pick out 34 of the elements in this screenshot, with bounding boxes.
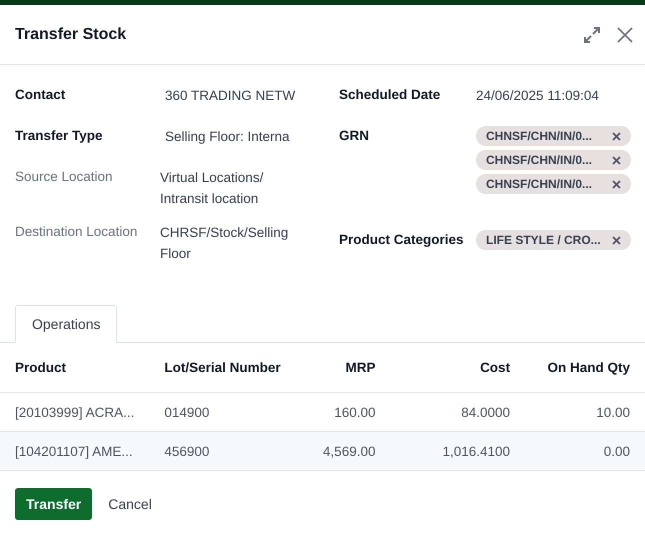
field-label: GRN	[339, 127, 370, 146]
dialog-title: Transfer Stock	[15, 26, 128, 44]
table-cell: 1,016.4100	[390, 432, 526, 470]
field-value: CHRSF/Stock/Selling Floor	[160, 224, 290, 264]
input-field[interactable]: 360 TRADING NETW	[160, 85, 339, 106]
field-label: Product Categories	[339, 231, 465, 250]
table-cell: [104201107] AME...	[0, 432, 150, 470]
tag: CHNSF/CHN/IN/0...	[476, 174, 631, 194]
table-cell: 0.00	[525, 432, 645, 470]
table-cell: 84.0000	[390, 392, 526, 432]
cancel-button[interactable]: Cancel	[97, 488, 163, 520]
table-cell: 160.00	[296, 392, 390, 432]
remove-icon[interactable]	[612, 180, 621, 189]
transfer-button[interactable]: Transfer	[15, 488, 92, 520]
table-cell: 456900	[149, 432, 296, 470]
tag: CHNSF/CHN/IN/0...	[476, 126, 631, 146]
field-label: Destination Location	[15, 223, 138, 242]
remove-icon[interactable]	[612, 236, 621, 245]
table-cell: 10.00	[525, 392, 645, 432]
field-label: Scheduled Date	[339, 86, 442, 104]
field-label: Transfer Type	[15, 127, 104, 146]
tag: LIFE STYLE / CRO...	[476, 230, 631, 250]
field-label: Source Location	[15, 168, 114, 186]
field-value: 24/06/2025 11:09:04	[476, 87, 600, 106]
table-cell: 4,569.00	[296, 432, 390, 470]
table-cell: 014900	[149, 392, 296, 432]
remove-icon[interactable]	[612, 156, 621, 165]
remove-icon[interactable]	[612, 132, 621, 141]
field-value: Virtual Locations/ Intransit location	[160, 169, 264, 208]
table-cell: [20103999] ACRA...	[0, 392, 150, 432]
tag: CHNSF/CHN/IN/0...	[476, 150, 631, 170]
input-field[interactable]: Selling Floor: Interna	[160, 126, 339, 148]
tab[interactable]: Operations	[15, 304, 118, 342]
field-label: Contact	[15, 86, 66, 104]
